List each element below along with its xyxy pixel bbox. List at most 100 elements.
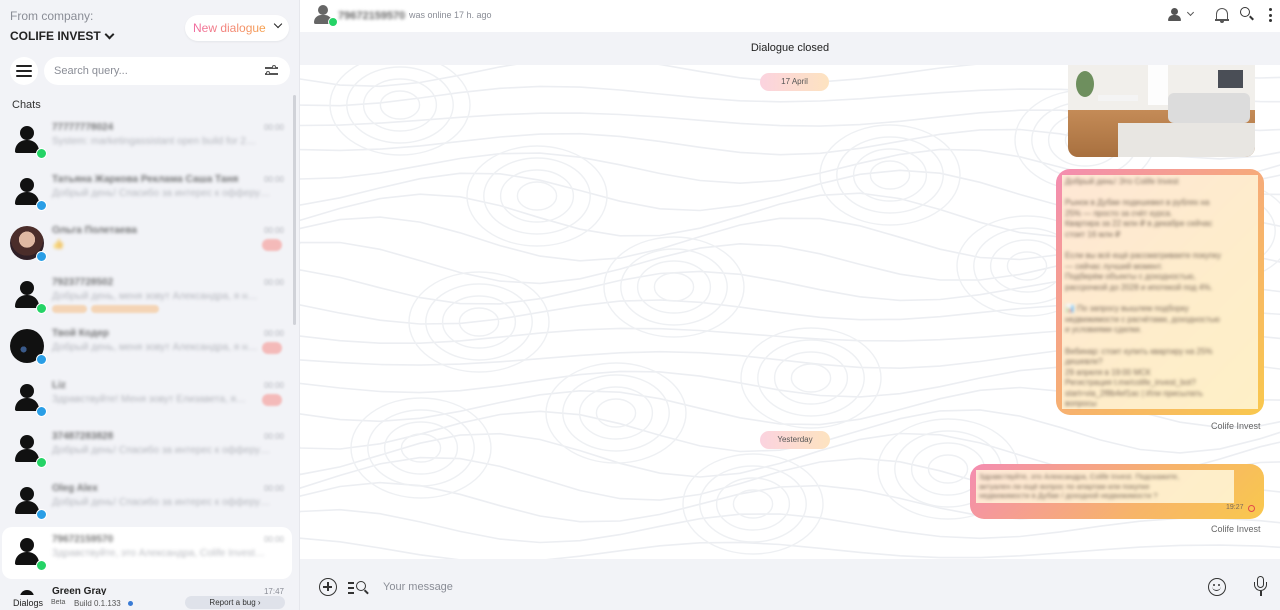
chat-preview: Добрый день, меня зовут Александра, я н… [52,290,258,302]
chevron-down-icon [104,29,115,39]
delivery-error-icon [1248,505,1255,512]
search-icon[interactable] [1240,7,1254,21]
company-name[interactable]: COLIFE INVEST [10,29,115,43]
dialogue-closed-banner: Dialogue closed [300,32,1280,65]
chat-time: 00:00 [263,277,284,287]
telegram-icon [36,199,47,211]
chat-preview: Здравствуйте! Меня зовут Елизавета, я… [52,393,246,405]
chat-list-item[interactable]: Твой Кодер 00:00 Добрый день, меня зовут А… [2,321,292,373]
emoji-icon[interactable] [1208,578,1226,596]
chat-list-item[interactable]: 79672159570 00:00 Здравствуйте, это Алекса… [2,527,292,579]
chat-list-item[interactable]: Green Gray 17:47 [2,579,292,595]
whatsapp-icon [36,560,47,571]
chevron-down-icon [273,19,283,29]
conversation-header: 79672159570 was online 17 h. ago [300,0,1280,32]
sidebar: From company: COLIFE INVEST New dialogue… [0,0,300,610]
avatar [10,123,47,159]
message-sender: Colife Invest [1211,524,1261,534]
chat-name: 79237728502 [52,276,114,288]
chat-time: 00:00 [263,483,284,493]
unread-count-badge [262,239,282,251]
sidebar-scrollbar[interactable] [293,95,296,325]
chat-preview: Добрый день! Спасибо за интерес к офферу… [52,445,270,456]
sidebar-footer: Dialogs Beta Build 0.1.133 Report a bug … [0,596,300,610]
chat-preview: Добрый день! Спасибо за интерес к офферу… [52,187,270,199]
chat-list-item[interactable]: Oleg Alex 00:00 Добрый день! Спасибо за ин… [2,476,292,528]
chat-name: 79672159570 [52,534,114,545]
filter-icon[interactable] [265,64,278,77]
chat-time: 00:00 [263,226,284,235]
attach-icon[interactable] [319,578,337,596]
chat-preview: 👍 [52,239,65,250]
new-dialogue-button[interactable]: New dialogue [185,15,289,41]
chat-list-item[interactable]: 37487283828 00:00 Добрый день! Спасибо за … [2,424,292,476]
tag [52,304,87,313]
avatar [10,278,47,314]
chat-list-item[interactable]: 77777778024 00:00 System: marketingassista… [2,115,292,167]
avatar [10,381,47,417]
chat-time: 00:00 [263,380,284,390]
chat-preview: Добрый день! Спасибо за интерес к офферу… [52,496,270,508]
outgoing-message[interactable]: Добрый день! Это Colife Invest Рынок в Д… [1056,169,1264,415]
unread-count-badge [262,342,282,354]
company-name-text: COLIFE INVEST [10,29,101,43]
user-icon [1171,8,1178,15]
chat-name: Oleg Alex [52,482,98,494]
tag [91,304,159,313]
date-pill: Yesterday [760,431,830,449]
chat-list: 77777778024 00:00 System: marketingassista… [0,115,292,595]
status-dot [128,601,133,606]
avatar [10,432,47,468]
beta-label: Beta [51,599,66,606]
message-sender: Colife Invest [1211,421,1261,431]
conversation-panel: 79672159570 was online 17 h. ago Dialogu… [300,0,1280,610]
chat-list-item[interactable]: Татьяна Жаркова Реклама Саша Таня 00:00 До… [2,167,292,219]
avatar [10,484,47,520]
chat-name: 37487283828 [52,431,114,442]
telegram-icon [36,508,47,520]
avatar [10,175,47,211]
whatsapp-icon [328,17,338,27]
menu-button[interactable] [10,57,38,85]
message-input[interactable] [383,579,1083,595]
unread-count-badge [262,393,282,406]
microphone-icon[interactable] [1254,576,1267,598]
company-label: From company: [10,9,94,23]
search-input[interactable] [54,65,254,77]
chat-name: Ольга Полетаева [52,225,137,236]
message-text: Здравствуйте, это Александра, Colife Inv… [979,472,1180,500]
chat-name: Твой Кодер [52,328,109,339]
chat-name: Татьяна Жаркова Реклама Саша Таня [52,173,239,185]
telegram-icon [36,405,47,417]
more-options-icon[interactable] [1268,8,1272,22]
message-time: 19:27 [1226,504,1244,511]
chat-list-item[interactable]: Ольга Полетаева 00:00 👍 [2,218,292,270]
avatar [10,226,47,262]
chat-preview: Добрый день, меня зовут Александра, я н… [52,342,258,353]
company-selector[interactable]: From company: COLIFE INVEST [10,9,115,43]
contact-phone[interactable]: 79672159570 [338,10,405,22]
image-message[interactable] [1068,65,1255,157]
chat-time: 00:00 [263,329,284,338]
message-composer [300,559,1280,610]
chat-name: 77777778024 [52,122,114,133]
bell-icon[interactable] [1215,7,1229,23]
contact-avatar[interactable] [312,5,338,27]
chats-title: Chats [12,99,41,111]
chevron-down-icon [1186,8,1195,17]
avatar [10,329,47,365]
app: From company: COLIFE INVEST New dialogue… [0,0,1280,610]
chat-list-item[interactable]: 79237728502 00:00 Добрый день, меня зовут … [2,270,292,322]
assignee-dropdown[interactable] [1168,8,1198,24]
template-search-icon[interactable] [348,579,370,595]
message-text: Добрый день! Это Colife Invest Рынок в Д… [1065,177,1221,409]
avatar [10,535,47,571]
report-bug-button[interactable]: Report a bug › [185,596,285,609]
whatsapp-icon [36,457,47,468]
chat-time: 00:00 [263,174,284,184]
chat-name: Liz [52,379,66,391]
chat-time: 00:00 [263,432,284,441]
avatar [10,587,44,595]
chat-list-item[interactable]: Liz 00:00 Здравствуйте! Меня зовут Елизаве… [2,373,292,425]
outgoing-message[interactable]: Здравствуйте, это Александра, Colife Inv… [970,464,1264,519]
